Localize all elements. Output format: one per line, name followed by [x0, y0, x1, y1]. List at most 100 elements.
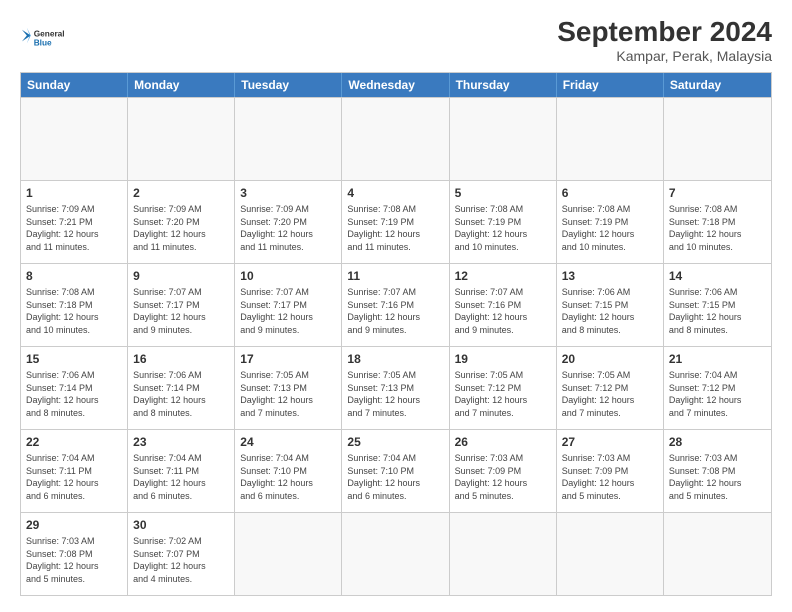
day-info: Sunrise: 7:03 AM Sunset: 7:09 PM Dayligh…: [562, 452, 658, 502]
day-number: 11: [347, 268, 443, 284]
day-number: 4: [347, 185, 443, 201]
day-number: 5: [455, 185, 551, 201]
day-cell-20: 20Sunrise: 7:05 AM Sunset: 7:12 PM Dayli…: [557, 347, 664, 429]
day-number: 25: [347, 434, 443, 450]
day-cell-23: 23 Sunrise: 7:04 AM Sunset: 7:11 PM Dayli…: [128, 430, 235, 512]
day-info: Sunrise: 7:05 AM Sunset: 7:12 PM Dayligh…: [455, 369, 551, 419]
day-cell-29: 29Sunrise: 7:03 AM Sunset: 7:08 PM Dayli…: [21, 513, 128, 595]
calendar-row-5: 22 Sunrise: 7:04 AM Sunset: 7:11 PM Dayli…: [21, 429, 771, 512]
day-number: 6: [562, 185, 658, 201]
day-cell-7: 7Sunrise: 7:08 AM Sunset: 7:18 PM Daylig…: [664, 181, 771, 263]
day-cell-11: 11 Sunrise: 7:07 AM Sunset: 7:16 PM Dayli…: [342, 264, 449, 346]
logo-svg: General Blue: [20, 16, 64, 60]
col-thursday: Thursday: [450, 73, 557, 97]
day-number: 21: [669, 351, 766, 367]
day-number: 14: [669, 268, 766, 284]
month-title: September 2024: [557, 16, 772, 48]
day-cell-18: 18Sunrise: 7:05 AM Sunset: 7:13 PM Dayli…: [342, 347, 449, 429]
day-info: Sunrise: 7:06 AM Sunset: 7:15 PM Dayligh…: [562, 286, 658, 336]
day-cell-empty: [450, 513, 557, 595]
day-cell-empty: [664, 513, 771, 595]
day-number: 23: [133, 434, 229, 450]
day-cell-empty: [235, 513, 342, 595]
day-number: 18: [347, 351, 443, 367]
day-info: Sunrise: 7:05 AM Sunset: 7:12 PM Dayligh…: [562, 369, 658, 419]
day-info: Sunrise: 7:07 AM Sunset: 7:16 PM Dayligh…: [455, 286, 551, 336]
day-cell-empty: [342, 513, 449, 595]
day-cell-17: 17 Sunrise: 7:05 AM Sunset: 7:13 PM Dayli…: [235, 347, 342, 429]
day-info: Sunrise: 7:04 AM Sunset: 7:11 PM Dayligh…: [26, 452, 122, 502]
day-cell-6: 6 Sunrise: 7:08 AM Sunset: 7:19 PM Daylig…: [557, 181, 664, 263]
day-info: Sunrise: 7:05 AM Sunset: 7:13 PM Dayligh…: [240, 369, 336, 419]
day-cell-14: 14 Sunrise: 7:06 AM Sunset: 7:15 PM Dayli…: [664, 264, 771, 346]
day-info: Sunrise: 7:04 AM Sunset: 7:10 PM Dayligh…: [347, 452, 443, 502]
day-cell-9: 9Sunrise: 7:07 AM Sunset: 7:17 PM Daylig…: [128, 264, 235, 346]
day-number: 17: [240, 351, 336, 367]
day-cell-empty: [128, 98, 235, 180]
day-info: Sunrise: 7:07 AM Sunset: 7:17 PM Dayligh…: [240, 286, 336, 336]
day-cell-empty: [450, 98, 557, 180]
day-cell-4: 4 Sunrise: 7:08 AM Sunset: 7:19 PM Daylig…: [342, 181, 449, 263]
col-monday: Monday: [128, 73, 235, 97]
calendar: Sunday Monday Tuesday Wednesday Thursday…: [20, 72, 772, 596]
logo: General Blue: [20, 16, 64, 60]
day-cell-empty: [557, 513, 664, 595]
calendar-header: Sunday Monday Tuesday Wednesday Thursday…: [21, 73, 771, 97]
calendar-row-6: 29Sunrise: 7:03 AM Sunset: 7:08 PM Dayli…: [21, 512, 771, 595]
day-cell-19: 19 Sunrise: 7:05 AM Sunset: 7:12 PM Dayli…: [450, 347, 557, 429]
calendar-row-4: 15 Sunrise: 7:06 AM Sunset: 7:14 PM Dayli…: [21, 346, 771, 429]
day-number: 24: [240, 434, 336, 450]
day-cell-25: 25 Sunrise: 7:04 AM Sunset: 7:10 PM Dayli…: [342, 430, 449, 512]
day-info: Sunrise: 7:09 AM Sunset: 7:20 PM Dayligh…: [133, 203, 229, 253]
day-number: 30: [133, 517, 229, 533]
title-block: September 2024 Kampar, Perak, Malaysia: [557, 16, 772, 64]
day-cell-21: 21 Sunrise: 7:04 AM Sunset: 7:12 PM Dayli…: [664, 347, 771, 429]
day-cell-empty: [235, 98, 342, 180]
day-cell-8: 8Sunrise: 7:08 AM Sunset: 7:18 PM Daylig…: [21, 264, 128, 346]
calendar-row-1: [21, 97, 771, 180]
day-info: Sunrise: 7:08 AM Sunset: 7:19 PM Dayligh…: [347, 203, 443, 253]
calendar-row-2: 1 Sunrise: 7:09 AM Sunset: 7:21 PM Daylig…: [21, 180, 771, 263]
day-number: 9: [133, 268, 229, 284]
day-info: Sunrise: 7:04 AM Sunset: 7:12 PM Dayligh…: [669, 369, 766, 419]
day-cell-15: 15Sunrise: 7:06 AM Sunset: 7:14 PM Dayli…: [21, 347, 128, 429]
day-cell-27: 27 Sunrise: 7:03 AM Sunset: 7:09 PM Dayli…: [557, 430, 664, 512]
day-cell-empty: [342, 98, 449, 180]
day-cell-empty: [21, 98, 128, 180]
day-info: Sunrise: 7:06 AM Sunset: 7:14 PM Dayligh…: [133, 369, 229, 419]
day-info: Sunrise: 7:08 AM Sunset: 7:18 PM Dayligh…: [26, 286, 122, 336]
day-info: Sunrise: 7:06 AM Sunset: 7:15 PM Dayligh…: [669, 286, 766, 336]
day-info: Sunrise: 7:09 AM Sunset: 7:21 PM Dayligh…: [26, 203, 122, 253]
day-cell-2: 2Sunrise: 7:09 AM Sunset: 7:20 PM Daylig…: [128, 181, 235, 263]
day-info: Sunrise: 7:04 AM Sunset: 7:10 PM Dayligh…: [240, 452, 336, 502]
day-number: 19: [455, 351, 551, 367]
day-number: 26: [455, 434, 551, 450]
day-cell-10: 10 Sunrise: 7:07 AM Sunset: 7:17 PM Dayli…: [235, 264, 342, 346]
day-cell-22: 22 Sunrise: 7:04 AM Sunset: 7:11 PM Dayli…: [21, 430, 128, 512]
day-info: Sunrise: 7:04 AM Sunset: 7:11 PM Dayligh…: [133, 452, 229, 502]
day-number: 27: [562, 434, 658, 450]
day-number: 1: [26, 185, 122, 201]
day-info: Sunrise: 7:07 AM Sunset: 7:16 PM Dayligh…: [347, 286, 443, 336]
day-cell-28: 28Sunrise: 7:03 AM Sunset: 7:08 PM Dayli…: [664, 430, 771, 512]
day-cell-24: 24 Sunrise: 7:04 AM Sunset: 7:10 PM Dayli…: [235, 430, 342, 512]
day-cell-12: 12Sunrise: 7:07 AM Sunset: 7:16 PM Dayli…: [450, 264, 557, 346]
day-cell-empty: [664, 98, 771, 180]
day-number: 29: [26, 517, 122, 533]
day-number: 7: [669, 185, 766, 201]
day-number: 22: [26, 434, 122, 450]
day-cell-empty: [557, 98, 664, 180]
day-info: Sunrise: 7:08 AM Sunset: 7:19 PM Dayligh…: [455, 203, 551, 253]
day-number: 15: [26, 351, 122, 367]
day-cell-13: 13Sunrise: 7:06 AM Sunset: 7:15 PM Dayli…: [557, 264, 664, 346]
day-info: Sunrise: 7:02 AM Sunset: 7:07 PM Dayligh…: [133, 535, 229, 585]
svg-text:Blue: Blue: [34, 37, 52, 47]
calendar-row-3: 8Sunrise: 7:08 AM Sunset: 7:18 PM Daylig…: [21, 263, 771, 346]
col-tuesday: Tuesday: [235, 73, 342, 97]
day-info: Sunrise: 7:03 AM Sunset: 7:08 PM Dayligh…: [669, 452, 766, 502]
calendar-body: 1 Sunrise: 7:09 AM Sunset: 7:21 PM Daylig…: [21, 97, 771, 595]
day-info: Sunrise: 7:08 AM Sunset: 7:19 PM Dayligh…: [562, 203, 658, 253]
day-info: Sunrise: 7:03 AM Sunset: 7:09 PM Dayligh…: [455, 452, 551, 502]
day-number: 10: [240, 268, 336, 284]
day-number: 3: [240, 185, 336, 201]
